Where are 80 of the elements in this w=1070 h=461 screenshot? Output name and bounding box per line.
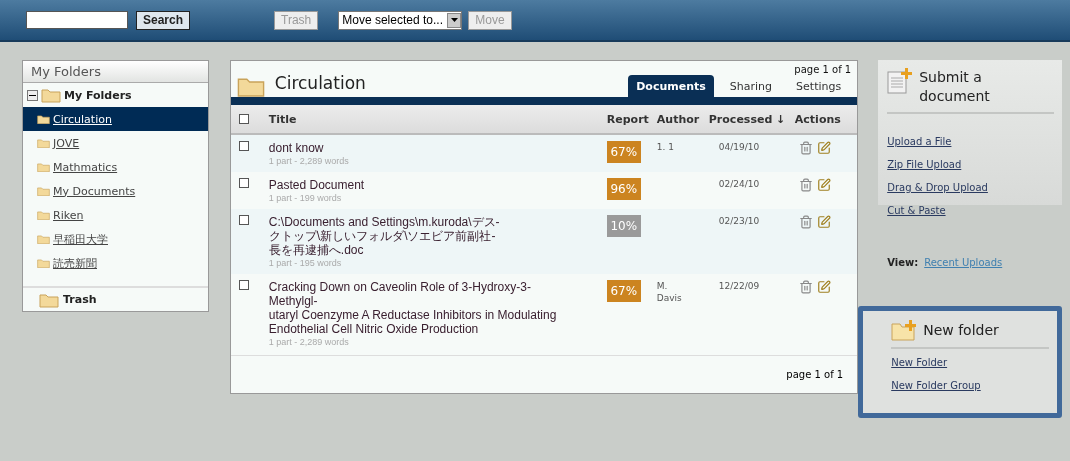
document-title[interactable]: 長を再逮捕へ.doc [268,243,607,257]
document-title[interactable]: クトップ\新しいフォルダ\ソエビア前副社- [268,229,607,243]
folder-icon [37,233,50,245]
panel-title: My Folders [23,61,208,83]
edit-icon[interactable] [816,280,831,294]
column-header: Author [656,112,701,126]
trash-icon[interactable] [798,215,813,229]
document-title[interactable]: Methylgl- [268,294,607,308]
folder-plus-icon [891,319,918,341]
tab[interactable]: Documents [628,75,714,97]
folder-icon [37,113,50,125]
folder-item[interactable]: 読売新聞 [23,251,208,275]
card-title: Submit a [919,68,983,87]
page-indicator: page 1 of 1 [786,369,844,380]
date-text: 12/22/09 [718,280,761,292]
document-plus-icon [887,68,914,94]
search-field[interactable] [26,11,128,29]
document-meta: 1 part - 199 words [268,192,343,204]
trash-folder-icon [39,291,59,308]
trash-icon[interactable] [798,280,813,294]
folder-icon [37,209,50,221]
date-text: 02/23/10 [718,215,761,227]
new-folder-link[interactable]: New Folder Group [891,380,1049,391]
tab[interactable]: Settings [788,75,850,97]
document-meta: 1 part - 2,289 words [268,155,350,167]
collapse-toggle[interactable] [27,89,38,101]
column-header: Report [606,112,650,126]
folder-item[interactable]: Mathmatics [23,155,208,179]
author-text: M. [656,280,669,292]
folder-label: My Folders [64,88,132,102]
document-title[interactable]: dont know [268,141,607,155]
folder-item[interactable]: Riken [23,203,208,227]
document-meta: 1 part - 2,289 words [268,336,350,348]
caret-icon [447,12,462,28]
column-header: Title [268,112,298,126]
edit-icon[interactable] [816,141,831,155]
select-all-checkbox[interactable] [238,114,249,124]
row-checkbox[interactable] [238,280,249,290]
folder-item[interactable]: Circulation [23,107,208,131]
document-title[interactable]: Pasted Document [268,178,607,192]
folder-item[interactable]: JOVE [23,131,208,155]
trash-icon[interactable] [798,141,813,155]
date-text: 04/19/10 [718,141,761,153]
document-title[interactable]: Cracking Down on Caveolin Role of 3-Hydroxy-3- [268,280,607,294]
folder-icon [41,87,61,103]
edit-icon[interactable] [816,215,831,229]
document-meta: 1 part - 195 words [268,257,343,269]
upload-link[interactable]: Drag & Drop Upload [887,182,1054,193]
folder-item[interactable]: 早稲田大学 [23,227,208,251]
author-text: 1. 1 [656,141,675,153]
row-checkbox[interactable] [238,178,249,188]
search-button[interactable]: Search [136,10,191,30]
row-checkbox[interactable] [238,141,249,151]
folder-icon [37,161,50,173]
folder-item[interactable]: My Documents [23,179,208,203]
author-text: Davis [656,292,683,304]
page-indicator: page 1 of 1 [794,63,853,75]
tab[interactable]: Sharing [721,75,781,97]
column-header: Actions [794,112,842,126]
upload-link[interactable]: Upload a File [887,136,1054,147]
folder-icon [37,257,50,269]
upload-link[interactable]: Cut & Paste [887,205,1054,216]
row-checkbox[interactable] [238,215,249,225]
upload-link[interactable]: Zip File Upload [887,159,1054,170]
column-header: Processed ↓ [707,112,787,126]
document-title[interactable]: Endothelial Cell Nitric Oxide Production [268,322,607,336]
card-title: New folder [923,320,999,340]
edit-icon[interactable] [816,178,831,192]
folder-title: Circulation [274,73,367,95]
view-label: View: [887,257,919,268]
folder-icon [37,185,50,197]
date-text: 02/24/10 [718,178,761,190]
new-folder-link[interactable]: New Folder [891,357,1049,368]
trash-icon[interactable] [798,178,813,192]
document-title[interactable]: C:\Documents and Settings\m.kuroda\デス- [268,215,607,229]
move-select[interactable]: Move selected to... [338,10,463,30]
trash-label[interactable]: Trash [63,293,97,306]
folder-icon [37,137,50,149]
card-title: document [919,87,990,106]
document-title[interactable]: utaryl Coenzyme A Reductase Inhibitors in Modulating [268,308,607,322]
